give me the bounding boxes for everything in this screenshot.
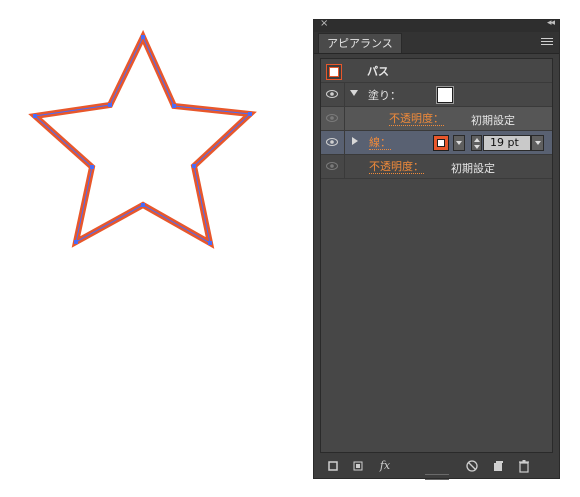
- stroke-visibility-toggle[interactable]: [321, 131, 345, 154]
- eye-icon: [326, 162, 338, 170]
- stroke-weight-stepper[interactable]: [471, 135, 482, 151]
- disclosure-right-icon[interactable]: [352, 137, 358, 145]
- fill-visibility-toggle[interactable]: [321, 83, 345, 106]
- stroke-opacity-row[interactable]: 不透明度： 初期設定: [321, 155, 552, 179]
- appearance-panel: × ◂◂ アピアランス パス 塗り： 不透明度： 初期設定 線： 19 pt 不…: [313, 18, 560, 480]
- fill-swatch[interactable]: [437, 87, 453, 103]
- stroke-weight-dropdown[interactable]: [531, 135, 544, 151]
- close-icon[interactable]: ×: [320, 18, 328, 29]
- duplicate-item-icon[interactable]: [491, 459, 505, 473]
- eye-icon: [326, 90, 338, 98]
- eye-icon: [326, 114, 338, 122]
- panel-tabbar: アピアランス: [314, 32, 559, 54]
- add-new-stroke-icon[interactable]: [326, 459, 340, 473]
- clear-appearance-icon[interactable]: [465, 459, 479, 473]
- trash-icon[interactable]: [517, 459, 531, 473]
- panel-menu-icon[interactable]: [541, 36, 553, 48]
- object-label: パス: [367, 65, 389, 78]
- stroke-row[interactable]: 線： 19 pt: [321, 131, 552, 155]
- stroke-swatch-dropdown[interactable]: [453, 135, 465, 151]
- add-effect-icon[interactable]: fx: [375, 459, 395, 473]
- stroke-weight-input[interactable]: 19 pt: [483, 135, 531, 151]
- artboard-canvas[interactable]: [0, 0, 300, 300]
- eye-icon: [326, 138, 338, 146]
- stroke-opacity-value: 初期設定: [451, 162, 495, 175]
- fill-label[interactable]: 塗り：: [368, 87, 401, 103]
- resize-grip-icon[interactable]: [425, 474, 449, 480]
- stroke-opacity-link[interactable]: 不透明度：: [369, 161, 424, 174]
- fill-opacity-value: 初期設定: [471, 114, 515, 127]
- panel-titlebar[interactable]: × ◂◂: [314, 18, 559, 32]
- collapse-icon[interactable]: ◂◂: [547, 18, 555, 28]
- tab-appearance[interactable]: アピアランス: [318, 33, 402, 53]
- fill-opacity-row[interactable]: 不透明度： 初期設定: [321, 107, 552, 131]
- fill-opacity-link[interactable]: 不透明度：: [389, 113, 444, 126]
- star-shape[interactable]: [28, 29, 257, 249]
- disclosure-down-icon[interactable]: [350, 90, 358, 96]
- stroke-label[interactable]: 線：: [369, 137, 391, 150]
- fill-opacity-visibility-toggle[interactable]: [321, 107, 345, 130]
- appearance-list: パス 塗り： 不透明度： 初期設定 線： 19 pt 不透明度： 初期設定: [320, 58, 553, 453]
- fill-row[interactable]: 塗り：: [321, 83, 552, 107]
- add-new-fill-icon[interactable]: [351, 459, 365, 473]
- object-thumbnail-icon: [326, 64, 342, 80]
- stroke-swatch[interactable]: [433, 135, 449, 151]
- object-row[interactable]: パス: [321, 59, 552, 83]
- stroke-opacity-visibility-toggle[interactable]: [321, 155, 345, 178]
